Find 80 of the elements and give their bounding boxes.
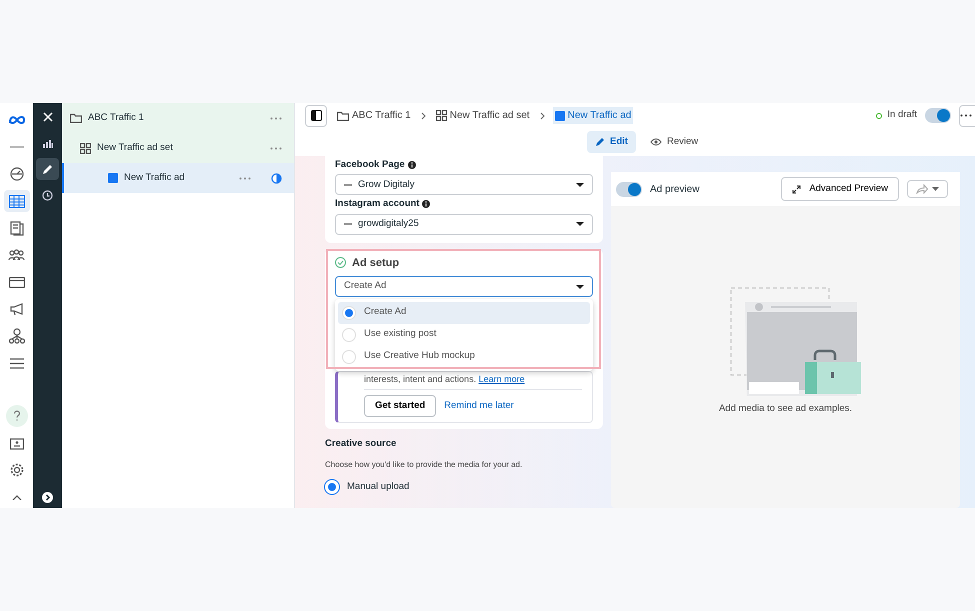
tree-item[interactable]: ABC Traffic 1 bbox=[62, 103, 294, 133]
tree-item-label: ABC Traffic 1 bbox=[88, 110, 144, 125]
sidebar-toggle-button[interactable] bbox=[305, 104, 327, 126]
remind-later-link[interactable]: Remind me later bbox=[436, 398, 514, 413]
tree-item-label: New Traffic ad bbox=[124, 170, 185, 185]
eye-icon bbox=[650, 138, 662, 146]
info-icon bbox=[422, 200, 430, 208]
tree-item-label: New Traffic ad set bbox=[97, 140, 173, 155]
more-icon bbox=[960, 114, 972, 117]
select-field[interactable]: growdigitaly25 bbox=[335, 214, 593, 234]
caret-icon bbox=[576, 284, 584, 288]
folder-icon bbox=[337, 110, 349, 120]
toggle-switch[interactable] bbox=[616, 182, 642, 196]
share-icon bbox=[916, 184, 928, 194]
gauge-icon[interactable] bbox=[8, 167, 24, 181]
meta-logo-icon[interactable] bbox=[8, 115, 26, 125]
tab[interactable]: Edit bbox=[587, 130, 636, 154]
tab[interactable]: Review bbox=[642, 130, 706, 154]
network-icon[interactable] bbox=[8, 328, 24, 344]
menu-option[interactable]: Create Ad bbox=[338, 302, 590, 324]
megaphone-icon[interactable] bbox=[10, 302, 24, 316]
check-circle-icon bbox=[335, 257, 346, 268]
folder-icon bbox=[70, 113, 82, 123]
breadcrumb-link[interactable]: ABC Traffic 1 bbox=[335, 107, 413, 124]
more-icon[interactable] bbox=[270, 116, 282, 120]
select-field[interactable]: Create Ad bbox=[335, 276, 593, 297]
expand-arrows-icon bbox=[792, 184, 802, 194]
settings-icon[interactable] bbox=[10, 463, 24, 477]
ad-icon bbox=[554, 110, 565, 120]
grid-icon bbox=[80, 142, 91, 154]
help-icon[interactable] bbox=[6, 405, 28, 427]
documents-icon[interactable] bbox=[10, 220, 24, 236]
expand-icon[interactable] bbox=[42, 492, 53, 502]
chevron-up-icon[interactable] bbox=[12, 494, 22, 500]
tree-item[interactable]: New Traffic ad set bbox=[62, 133, 294, 163]
radio-button[interactable] bbox=[325, 480, 339, 494]
nav-item[interactable] bbox=[36, 158, 59, 180]
close-icon[interactable] bbox=[42, 112, 52, 122]
field-label: Instagram account bbox=[335, 197, 420, 212]
caret-icon bbox=[932, 187, 939, 191]
tree-item[interactable]: New Traffic ad bbox=[62, 163, 294, 193]
table-icon bbox=[8, 194, 24, 208]
advanced-preview-button[interactable]: Advanced Preview bbox=[781, 176, 899, 202]
menu-icon[interactable] bbox=[10, 358, 24, 368]
menu-option[interactable]: Use existing post bbox=[338, 324, 590, 346]
breadcrumb-link[interactable]: New Traffic ad bbox=[552, 107, 634, 124]
field-label: Facebook Page bbox=[335, 158, 405, 172]
bar-chart-icon[interactable] bbox=[42, 138, 52, 148]
half-circle-icon bbox=[271, 172, 282, 184]
chevron-right-icon bbox=[420, 112, 426, 120]
sidebar-icon bbox=[310, 110, 322, 121]
more-icon[interactable] bbox=[270, 146, 282, 150]
credit-card-icon[interactable] bbox=[8, 276, 24, 288]
pencil-icon bbox=[595, 137, 605, 147]
caret-icon bbox=[576, 222, 584, 226]
notice-text: interests, intent and actions. Learn more bbox=[364, 373, 582, 390]
pencil-icon bbox=[42, 164, 53, 174]
status-dot bbox=[876, 112, 882, 118]
section-title: Creative source bbox=[325, 436, 398, 451]
menu-option[interactable]: Use Creative Hub mockup bbox=[338, 346, 590, 368]
empty-state-text: Add media to see ad examples. bbox=[718, 402, 852, 416]
people-icon[interactable] bbox=[8, 249, 25, 261]
learn-more-link[interactable]: Learn more bbox=[478, 374, 525, 384]
contact-card-icon[interactable] bbox=[10, 436, 24, 450]
select-field[interactable]: Grow Digitaly bbox=[335, 174, 593, 196]
ad-icon bbox=[108, 173, 118, 183]
get-started-button[interactable]: Get started bbox=[364, 394, 436, 417]
toggle-label: Ad preview bbox=[650, 182, 700, 196]
toggle-switch[interactable] bbox=[925, 108, 951, 123]
grid-icon bbox=[436, 110, 447, 121]
clock-icon[interactable] bbox=[42, 190, 53, 200]
info-icon bbox=[408, 161, 416, 170]
radio-label: Manual upload bbox=[347, 480, 410, 494]
section-title: Ad setup bbox=[352, 256, 400, 270]
more-icon[interactable] bbox=[239, 176, 251, 180]
chevron-right-icon bbox=[540, 112, 545, 120]
status-label: In draft bbox=[887, 108, 917, 122]
breadcrumb-link[interactable]: New Traffic ad set bbox=[434, 107, 532, 124]
section-description: Choose how you'd like to provide the media for your ad. bbox=[325, 459, 524, 471]
caret-icon bbox=[576, 182, 584, 187]
